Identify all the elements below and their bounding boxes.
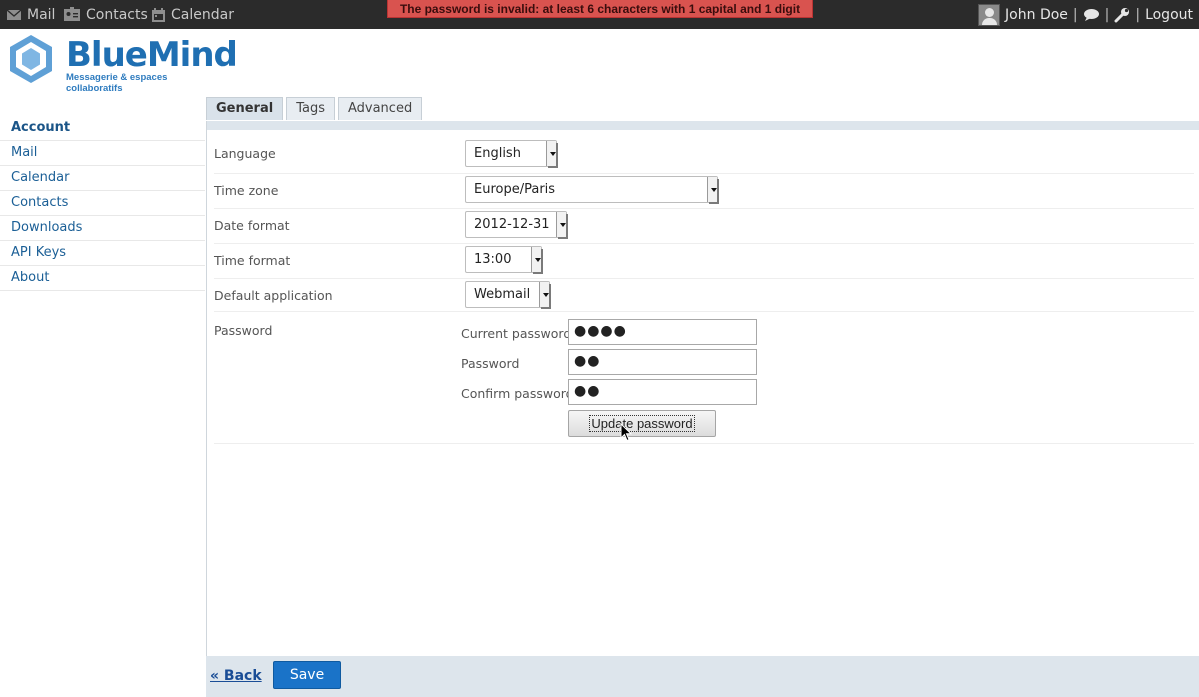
back-link[interactable]: « Back — [210, 668, 262, 684]
confirm-password-input[interactable]: ●● — [568, 379, 757, 405]
chevron-down-icon — [531, 247, 541, 272]
date-format-select[interactable]: 2012-12-31 — [465, 211, 567, 238]
chevron-down-icon — [556, 212, 566, 237]
language-label: Language — [214, 146, 276, 161]
time-format-select[interactable]: 13:00 — [465, 246, 542, 273]
language-value: English — [474, 146, 521, 161]
new-password-input[interactable]: ●● — [568, 349, 757, 375]
user-menu: John Doe | | | Logout — [978, 0, 1199, 29]
separator: | — [1135, 6, 1141, 23]
chevron-down-icon — [707, 177, 717, 202]
timezone-value: Europe/Paris — [474, 182, 556, 197]
panel-header-strip — [207, 121, 1199, 130]
logo[interactable]: BlueMind Messagerie & espaces collaborat… — [5, 33, 238, 94]
language-select[interactable]: English — [465, 140, 557, 167]
logo-name: BlueMind — [66, 35, 238, 75]
sidebar-item-calendar[interactable]: Calendar — [0, 166, 205, 191]
time-format-row: Time format 13:00 — [214, 244, 1194, 279]
default-app-row: Default application Webmail — [214, 279, 1194, 312]
sidebar-item-about[interactable]: About — [0, 266, 205, 291]
update-password-label: Update password — [589, 415, 695, 432]
language-row: Language English — [214, 139, 1194, 174]
app-calendar-label: Calendar — [171, 6, 234, 23]
separator: | — [1072, 6, 1078, 23]
app-contacts-link[interactable]: Contacts — [63, 0, 148, 29]
mail-icon — [6, 8, 22, 20]
default-app-value: Webmail — [474, 287, 531, 302]
user-name[interactable]: John Doe — [1005, 7, 1068, 23]
app-calendar-link[interactable]: Calendar — [151, 0, 234, 29]
confirm-password-label: Confirm password — [461, 386, 574, 401]
chat-icon[interactable] — [1083, 8, 1100, 22]
sidebar-item-contacts[interactable]: Contacts — [0, 191, 205, 216]
contacts-icon — [64, 7, 80, 21]
chevron-down-icon — [546, 141, 556, 166]
update-password-button[interactable]: Update password — [568, 410, 716, 437]
chevron-down-icon — [539, 282, 549, 307]
calendar-icon — [152, 7, 165, 22]
current-password-label: Current password — [461, 326, 572, 341]
separator: | — [1104, 6, 1110, 23]
timezone-label: Time zone — [214, 183, 279, 198]
timezone-select[interactable]: Europe/Paris — [465, 176, 718, 203]
date-format-value: 2012-12-31 — [474, 217, 550, 232]
error-alert: The password is invalid: at least 6 char… — [387, 0, 813, 18]
sidebar-item-downloads[interactable]: Downloads — [0, 216, 205, 241]
tab-advanced[interactable]: Advanced — [337, 97, 423, 120]
app-mail-link[interactable]: Mail — [6, 0, 55, 29]
default-app-select[interactable]: Webmail — [465, 281, 550, 308]
default-app-label: Default application — [214, 288, 333, 303]
tab-general[interactable]: General — [206, 97, 284, 120]
app-mail-label: Mail — [27, 6, 56, 23]
sidebar-item-mail[interactable]: Mail — [0, 141, 205, 166]
avatar[interactable] — [978, 3, 1001, 26]
new-password-label: Password — [461, 356, 520, 371]
sidebar: Account Mail Calendar Contacts Downloads… — [0, 116, 205, 291]
sidebar-item-account[interactable]: Account — [0, 116, 205, 141]
time-format-value: 13:00 — [474, 252, 512, 267]
date-format-row: Date format 2012-12-31 — [214, 209, 1194, 244]
date-format-label: Date format — [214, 218, 290, 233]
tab-tags[interactable]: Tags — [286, 97, 335, 120]
time-format-label: Time format — [214, 253, 291, 268]
tab-bar: General Tags Advanced — [206, 97, 425, 121]
mouse-cursor-icon — [620, 423, 632, 442]
sidebar-item-api-keys[interactable]: API Keys — [0, 241, 205, 266]
logo-tagline: Messagerie & espaces collaboratifs — [66, 72, 168, 94]
footer-bar: « Back Save — [206, 656, 1199, 697]
current-password-input[interactable]: ●●●● — [568, 319, 757, 345]
app-contacts-label: Contacts — [86, 6, 148, 23]
settings-panel: Language English Time zone Europe/Paris … — [206, 121, 1199, 697]
bluemind-logo-icon — [10, 35, 52, 83]
timezone-row: Time zone Europe/Paris — [214, 174, 1194, 209]
top-bar: Mail Contacts Calendar The password is i… — [0, 0, 1199, 29]
password-section-label: Password — [214, 323, 273, 338]
logout-link[interactable]: Logout — [1145, 7, 1193, 23]
settings-wrench-icon[interactable] — [1114, 7, 1130, 23]
save-button[interactable]: Save — [273, 661, 341, 689]
